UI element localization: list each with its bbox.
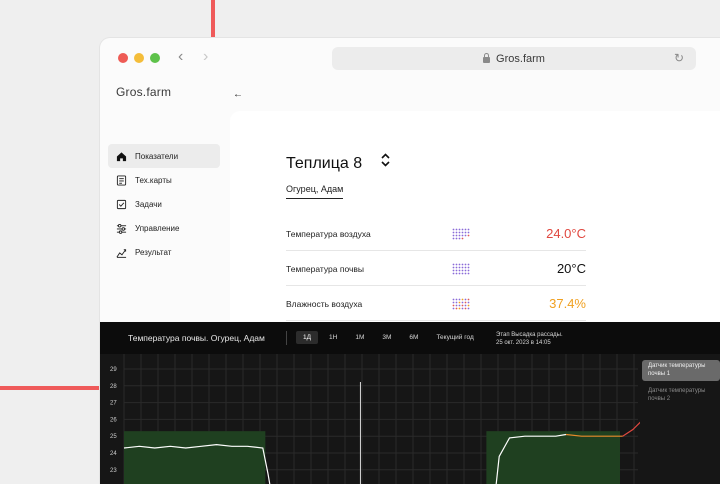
metric-value: 37.4% — [549, 296, 586, 311]
period-tab-6m[interactable]: 6М — [402, 331, 425, 344]
sliders-icon — [116, 223, 127, 234]
decor-horizontal-stripe — [0, 386, 102, 390]
metric-row-air-temp[interactable]: Температура воздуха 24.0°C — [286, 217, 586, 251]
address-bar[interactable]: Gros.farm ↻ — [332, 47, 696, 70]
stage-date: 25 окт. 2023 в 14:05 — [496, 340, 551, 346]
dot-matrix-icon — [452, 228, 470, 240]
metric-label: Температура воздуха — [286, 229, 371, 239]
metric-row-soil-temp[interactable]: Температура почвы 20°C — [286, 252, 586, 286]
back-arrow-icon[interactable]: ← — [230, 87, 246, 103]
dot-matrix-icon — [452, 298, 470, 310]
y-tick-label: 29 — [110, 367, 117, 373]
series-line-3 — [622, 421, 640, 437]
sidebar-item-tech-cards[interactable]: Тех.карты — [108, 168, 220, 192]
header-divider — [286, 331, 287, 345]
stage-name: Этап Высадка рассады. — [496, 332, 563, 338]
greenhouse-title: Теплица 8 — [286, 155, 363, 172]
period-tab-1m[interactable]: 1М — [348, 331, 371, 344]
y-tick-label: 24 — [110, 451, 117, 457]
sensor-1-button[interactable]: Датчик температуры почвы 1 — [642, 360, 720, 381]
browser-forward-icon[interactable]: › — [203, 49, 208, 65]
window-close-button[interactable] — [118, 53, 128, 63]
y-tick-label: 27 — [110, 401, 117, 407]
y-tick-label: 25 — [110, 434, 117, 440]
window-zoom-button[interactable] — [150, 53, 160, 63]
sidebar-item-label: Тех.карты — [135, 175, 172, 185]
sidebar-item-management[interactable]: Управление — [108, 216, 220, 240]
browser-back-icon[interactable]: ‹ — [178, 49, 183, 65]
browser-titlebar: ‹ › Gros.farm ↻ — [100, 38, 720, 78]
sidebar-item-tasks[interactable]: Задачи — [108, 192, 220, 216]
y-tick-label: 23 — [110, 468, 117, 474]
period-tab-1w[interactable]: 1Н — [322, 331, 344, 344]
metric-row-air-humidity[interactable]: Влажность воздуха 37.4% — [286, 287, 586, 321]
stage-info: Этап Высадка рассады. 25 окт. 2023 в 14:… — [496, 331, 563, 347]
sensor-2-button[interactable]: Датчик температуры почвы 2 — [642, 385, 720, 406]
period-selector: 1Д 1Н 1М 3М 6М Текущий год — [296, 331, 485, 344]
crop-selector[interactable]: Огурец, Адам — [286, 184, 344, 199]
switch-greenhouse-icon[interactable] — [380, 153, 391, 169]
growth-chart-icon — [116, 248, 127, 258]
y-tick-label: 26 — [110, 417, 117, 423]
sidebar-item-result[interactable]: Результат — [108, 240, 220, 264]
dot-matrix-icon — [452, 263, 470, 275]
window-minimize-button[interactable] — [134, 53, 144, 63]
optimal-range-band — [486, 431, 621, 484]
sidebar-item-label: Результат — [135, 247, 172, 257]
doc-list-icon — [116, 174, 127, 186]
decor-vertical-stripe — [211, 0, 215, 38]
metric-label: Влажность воздуха — [286, 299, 363, 309]
reload-icon[interactable]: ↻ — [674, 51, 684, 65]
metric-label: Температура почвы — [286, 264, 365, 274]
home-icon — [116, 151, 127, 161]
chart-header: Температура почвы. Огурец, Адам 1Д 1Н 1М… — [100, 322, 720, 354]
metric-value: 24.0°C — [546, 226, 586, 241]
sensor-list: Датчик температуры почвы 1 Датчик темпер… — [640, 354, 720, 484]
task-check-icon — [116, 199, 127, 209]
soil-temperature-chart[interactable]: 29 28 27 26 25 24 23 — [100, 354, 640, 484]
sidebar-item-indicators[interactable]: Показатели — [108, 144, 220, 168]
sidebar-item-label: Управление — [135, 223, 180, 233]
y-tick-label: 28 — [110, 384, 117, 390]
sidebar: Показатели Тех.карты Задачи Управление Р… — [108, 144, 220, 264]
app-logo[interactable]: Gros.farm — [116, 85, 171, 99]
period-tab-1d[interactable]: 1Д — [296, 331, 319, 344]
optimal-range-band — [124, 431, 266, 484]
chart-title: Температура почвы. Огурец, Адам — [128, 333, 265, 343]
sidebar-item-label: Задачи — [135, 199, 162, 209]
period-tab-current-year[interactable]: Текущий год — [429, 331, 480, 344]
lock-icon — [483, 52, 491, 63]
metric-value: 20°C — [556, 261, 586, 276]
address-bar-url: Gros.farm — [496, 52, 545, 65]
period-tab-3m[interactable]: 3М — [375, 331, 398, 344]
sidebar-item-label: Показатели — [135, 151, 179, 161]
chart-panel: Температура почвы. Огурец, Адам 1Д 1Н 1М… — [100, 322, 720, 484]
